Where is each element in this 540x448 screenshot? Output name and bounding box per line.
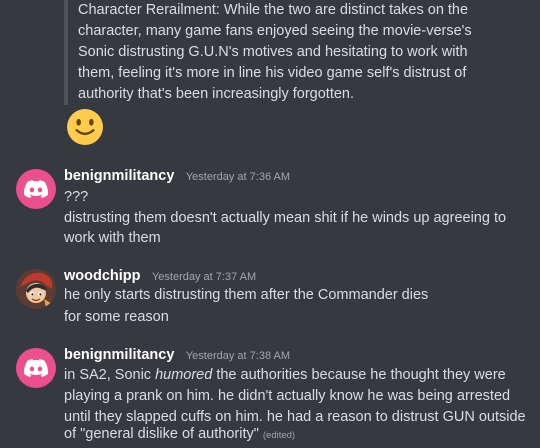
timestamp[interactable]: Yesterday at 7:36 AM [186,171,290,183]
text-segment: in SA2, Sonic [64,367,156,383]
avatar[interactable] [16,269,56,309]
character-avatar [16,269,56,309]
message-header: woodchipp Yesterday at 7:37 AM [64,267,256,285]
message-line: in SA2, Sonic humored the authorities be… [64,365,534,386]
discord-logo-icon [24,180,48,198]
text-segment: the authorities because he thought they … [212,367,506,383]
quote-text: Character Rerailment: While the two are … [78,2,472,102]
text-segment: of "general dislike of authority" [64,426,259,442]
message-line: of "general dislike of authority" (edited… [64,424,534,446]
message-header: benignmilitancy Yesterday at 7:38 AM [64,346,290,364]
message-line: work with them [64,230,161,246]
username[interactable]: woodchipp [64,268,141,284]
discord-logo-icon [24,359,48,377]
italic-text: humored [155,367,213,383]
username[interactable]: benignmilitancy [64,168,174,184]
edited-label: (edited) [262,430,296,441]
avatar[interactable] [16,348,56,388]
chat-log: Character Rerailment: While the two are … [0,0,540,448]
message-line: he only starts distrusting them after th… [64,287,429,303]
message-line: ??? [64,189,89,205]
message-line: for some reason [64,309,169,325]
message-line: playing a prank on him. he didn't actual… [64,388,511,404]
message-line: distrusting them doesn't actually mean s… [64,210,507,226]
slightly-smiling-face-emoji[interactable] [66,108,104,146]
message-header: benignmilitancy Yesterday at 7:36 AM [64,167,290,185]
avatar[interactable] [16,169,56,209]
username[interactable]: benignmilitancy [64,347,174,363]
timestamp[interactable]: Yesterday at 7:37 AM [152,271,256,283]
timestamp[interactable]: Yesterday at 7:38 AM [186,350,290,362]
block-quote: Character Rerailment: While the two are … [64,0,524,105]
